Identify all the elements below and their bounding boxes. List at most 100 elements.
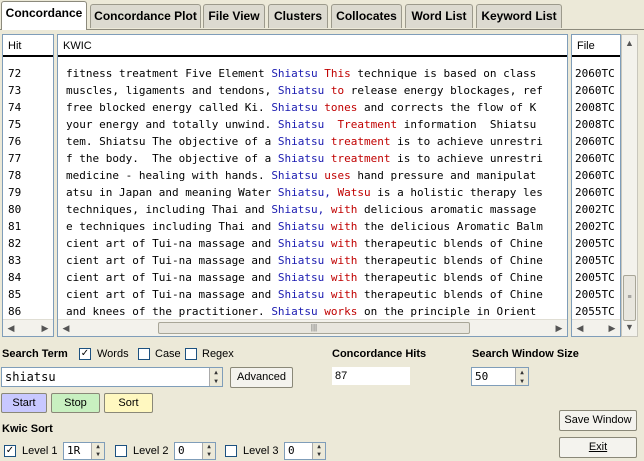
search-input-spinner[interactable]: ▲ ▼	[209, 368, 222, 386]
hit-number[interactable]: 77	[3, 150, 53, 167]
scroll-left-icon[interactable]: ◀	[3, 320, 19, 336]
file-hscroll[interactable]: ◀ ▶	[572, 319, 620, 336]
kwic-row[interactable]: f the body. The objective of a Shiatsu t…	[58, 150, 567, 167]
kwic-collocate: with	[324, 220, 358, 233]
scroll-right-icon[interactable]: ▶	[37, 320, 53, 336]
hit-number[interactable]: 72	[3, 65, 53, 82]
kwic-collocate: Treatment	[324, 118, 398, 131]
hit-number[interactable]: 76	[3, 133, 53, 150]
search-input-value: shiatsu	[5, 370, 56, 384]
hit-number[interactable]: 78	[3, 167, 53, 184]
kwic-header[interactable]: KWIC	[58, 35, 567, 57]
level2-checkbox[interactable]	[115, 445, 127, 457]
file-header[interactable]: File	[572, 35, 620, 57]
case-checkbox[interactable]	[138, 348, 150, 360]
tab-concordance-plot[interactable]: Concordance Plot	[90, 4, 201, 28]
hit-number[interactable]: 79	[3, 184, 53, 201]
words-label: Words	[97, 348, 129, 360]
tab-keyword-list[interactable]: Keyword List	[476, 4, 562, 28]
file-name[interactable]: 2060TC	[572, 82, 620, 99]
file-name[interactable]: 2005TC	[572, 269, 620, 286]
scroll-left-icon[interactable]: ◀	[572, 320, 588, 336]
kwic-scroll-thumb[interactable]: |||	[158, 322, 470, 334]
window-size-spinner[interactable]: ▲ ▼	[515, 368, 528, 385]
scroll-down-icon[interactable]: ▼	[622, 319, 637, 336]
search-window-size-input[interactable]: 50 ▲ ▼	[471, 367, 529, 386]
hit-number[interactable]: 83	[3, 252, 53, 269]
kwic-row[interactable]: your energy and totally unwind. Shiatsu …	[58, 116, 567, 133]
scroll-right-icon[interactable]: ▶	[551, 320, 567, 336]
kwic-row[interactable]: and knees of the practitioner. Shiatsu w…	[58, 303, 567, 320]
hit-number[interactable]: 86	[3, 303, 53, 320]
file-name[interactable]: 2008TC	[572, 99, 620, 116]
kwic-row[interactable]: cient art of Tui-na massage and Shiatsu …	[58, 252, 567, 269]
kwic-collocate: This	[317, 67, 351, 80]
level1-spinner[interactable]: ▲ ▼	[91, 443, 104, 459]
hit-number[interactable]: 82	[3, 235, 53, 252]
hit-number[interactable]: 85	[3, 286, 53, 303]
tab-clusters[interactable]: Clusters	[268, 4, 328, 28]
level1-input[interactable]: 1R ▲ ▼	[63, 442, 105, 460]
file-name[interactable]: 2060TC	[572, 133, 620, 150]
hit-number[interactable]: 81	[3, 218, 53, 235]
hit-hscroll[interactable]: ◀ ▶	[3, 319, 53, 336]
regex-checkbox[interactable]	[185, 348, 197, 360]
kwic-hscroll[interactable]: ◀ ||| ▶	[58, 319, 567, 336]
file-name[interactable]: 2060TC	[572, 65, 620, 82]
kwic-left-context: medicine - healing with hands.	[66, 169, 272, 182]
tab-file-view[interactable]: File View	[203, 4, 265, 28]
scroll-right-icon[interactable]: ▶	[604, 320, 620, 336]
file-name[interactable]: 2005TC	[572, 252, 620, 269]
hit-number[interactable]: 73	[3, 82, 53, 99]
kwic-row[interactable]: fitness treatment Five Element Shiatsu T…	[58, 65, 567, 82]
exit-button[interactable]: Exit	[559, 437, 637, 458]
file-name[interactable]: 2055TC	[572, 303, 620, 320]
kwic-row[interactable]: cient art of Tui-na massage and Shiatsu …	[58, 286, 567, 303]
level3-checkbox[interactable]	[225, 445, 237, 457]
sort-button[interactable]: Sort	[104, 393, 153, 413]
file-name[interactable]: 2002TC	[572, 218, 620, 235]
vertical-scrollbar[interactable]: ▲ ≡ ▼	[621, 34, 638, 337]
scroll-left-icon[interactable]: ◀	[58, 320, 74, 336]
file-name[interactable]: 2060TC	[572, 184, 620, 201]
kwic-right-context: therapeutic blends of Chine	[357, 237, 543, 250]
scroll-up-icon[interactable]: ▲	[622, 35, 637, 52]
hit-number[interactable]: 84	[3, 269, 53, 286]
tab-concordance[interactable]: Concordance	[1, 1, 87, 30]
search-input[interactable]: shiatsu ▲ ▼	[1, 367, 223, 387]
save-window-button[interactable]: Save Window	[559, 410, 637, 431]
file-name[interactable]: 2005TC	[572, 235, 620, 252]
tab-word-list[interactable]: Word List	[405, 4, 473, 28]
file-name[interactable]: 2005TC	[572, 286, 620, 303]
hit-number[interactable]: 75	[3, 116, 53, 133]
stop-button[interactable]: Stop	[51, 393, 100, 413]
kwic-row[interactable]: muscles, ligaments and tendons, Shiatsu …	[58, 82, 567, 99]
file-name[interactable]: 2060TC	[572, 150, 620, 167]
start-button[interactable]: Start	[1, 393, 47, 413]
kwic-row[interactable]: techniques, including Thai and Shiatsu, …	[58, 201, 567, 218]
kwic-row[interactable]: tem. Shiatsu The objective of a Shiatsu …	[58, 133, 567, 150]
tab-collocates[interactable]: Collocates	[331, 4, 402, 28]
file-name[interactable]: 2060TC	[572, 167, 620, 184]
kwic-left-context: cient art of Tui-na massage and	[66, 254, 278, 267]
file-name[interactable]: 2002TC	[572, 201, 620, 218]
level3-input[interactable]: 0 ▲ ▼	[284, 442, 326, 460]
level2-spinner[interactable]: ▲ ▼	[202, 443, 215, 459]
file-name[interactable]: 2008TC	[572, 116, 620, 133]
kwic-row[interactable]: cient art of Tui-na massage and Shiatsu …	[58, 235, 567, 252]
kwic-row[interactable]: atsu in Japan and meaning Water Shiatsu,…	[58, 184, 567, 201]
hit-number[interactable]: 80	[3, 201, 53, 218]
words-checkbox[interactable]: ✓	[79, 348, 91, 360]
vertical-scroll-thumb[interactable]: ≡	[623, 275, 636, 321]
level2-input[interactable]: 0 ▲ ▼	[174, 442, 216, 460]
level2-label: Level 2	[133, 445, 169, 457]
kwic-row[interactable]: e techniques including Thai and Shiatsu …	[58, 218, 567, 235]
level1-checkbox[interactable]: ✓	[4, 445, 16, 457]
hit-number[interactable]: 74	[3, 99, 53, 116]
kwic-row[interactable]: medicine - healing with hands. Shiatsu u…	[58, 167, 567, 184]
advanced-button[interactable]: Advanced	[230, 367, 293, 388]
kwic-row[interactable]: cient art of Tui-na massage and Shiatsu …	[58, 269, 567, 286]
level3-spinner[interactable]: ▲ ▼	[312, 443, 325, 459]
kwic-row[interactable]: free blocked energy called Ki. Shiatsu t…	[58, 99, 567, 116]
hit-header[interactable]: Hit	[3, 35, 53, 57]
